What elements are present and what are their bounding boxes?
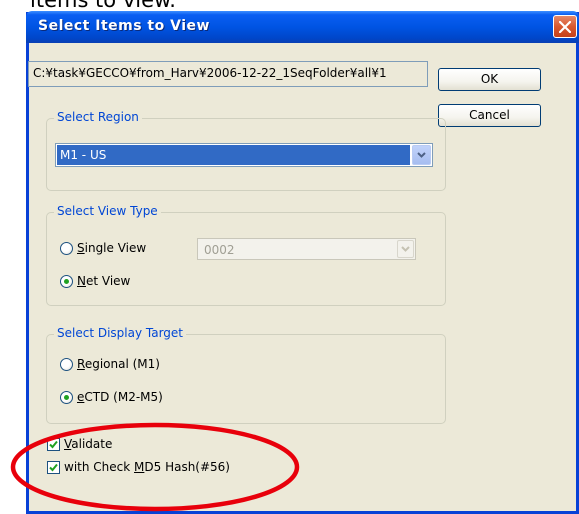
single-view-radio[interactable] xyxy=(60,241,73,255)
validate-option[interactable]: Validate xyxy=(47,437,112,451)
regional-option[interactable]: Regional (M1) xyxy=(60,357,160,371)
md5-label-post: D5 Hash(#56) xyxy=(144,460,230,474)
net-view-label: Net View xyxy=(77,274,131,288)
close-button[interactable] xyxy=(553,15,577,38)
select-display-target-group: Select Display Target xyxy=(46,326,446,424)
single-view-option[interactable]: Single View xyxy=(60,241,146,255)
single-view-label: Single View xyxy=(77,241,147,255)
validate-label: Validate xyxy=(64,437,113,451)
regional-label: Regional (M1) xyxy=(77,357,160,371)
md5-hash-option[interactable]: with Check MD5 Hash(#56) xyxy=(47,460,230,474)
folder-path-field[interactable]: C:¥task¥GECCO¥from_Harv¥2006-12-22_1SeqF… xyxy=(28,61,428,87)
md5-label-pre: with Check xyxy=(64,460,135,474)
validate-checkbox[interactable] xyxy=(47,437,60,451)
cancel-button[interactable]: Cancel xyxy=(438,104,541,127)
md5-label-key: M xyxy=(134,460,145,474)
ectd-radio[interactable] xyxy=(60,390,73,404)
net-view-option[interactable]: Net View xyxy=(60,274,130,288)
dialog-title: Select Items to View xyxy=(38,18,210,34)
net-view-radio[interactable] xyxy=(60,274,73,288)
select-region-label: Select Region xyxy=(54,110,142,124)
region-selected-value: M1 - US xyxy=(57,145,410,165)
select-display-target-label: Select Display Target xyxy=(54,326,187,340)
close-icon xyxy=(559,20,571,33)
checkmark-icon xyxy=(49,463,58,471)
ectd-label: eCTD (M2-M5) xyxy=(77,390,163,404)
ectd-option[interactable]: eCTD (M2-M5) xyxy=(60,390,163,404)
view-number-dropdown: 0002 xyxy=(197,238,416,260)
view-number-dropdown-button xyxy=(397,240,414,258)
md5-hash-checkbox[interactable] xyxy=(47,460,60,474)
regional-radio[interactable] xyxy=(60,357,73,371)
select-view-type-label: Select View Type xyxy=(54,204,161,218)
md5-hash-label: with Check MD5 Hash(#56) xyxy=(64,460,230,474)
checkmark-icon xyxy=(49,440,58,448)
title-bar[interactable]: Select Items to View xyxy=(26,11,579,43)
ok-button[interactable]: OK xyxy=(438,68,541,91)
region-dropdown[interactable]: M1 - US xyxy=(55,143,433,167)
chevron-down-icon xyxy=(401,246,410,252)
region-dropdown-button[interactable] xyxy=(412,145,431,165)
view-number-value: 0002 xyxy=(204,243,235,257)
chevron-down-icon xyxy=(417,152,426,158)
